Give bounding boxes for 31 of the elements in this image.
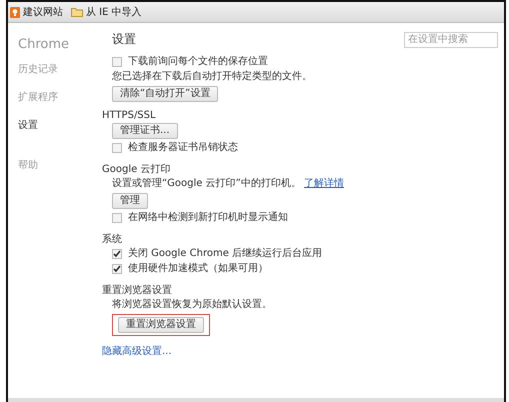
checkbox[interactable]	[112, 143, 122, 153]
settings-button[interactable]: 重置浏览器设置	[118, 317, 204, 333]
hide-advanced-link[interactable]: 隐藏高级设置...	[102, 344, 172, 358]
description-text: 设置或管理“Google 云打印”中的打印机。 了解详情	[112, 178, 344, 190]
bookmark-link[interactable]: 建议网站	[23, 5, 63, 19]
search-field[interactable]: 在设置中搜索	[404, 32, 498, 48]
settings-button[interactable]: 管理	[112, 193, 148, 209]
folder-icon	[71, 7, 83, 17]
section-heading: HTTPS/SSL	[102, 110, 157, 121]
checkbox[interactable]	[112, 213, 122, 223]
settings-button[interactable]: 管理证书...	[112, 123, 178, 139]
bookmark-link[interactable]: 从 IE 中导入	[86, 5, 142, 19]
checkbox-label: 下载前询问每个文件的保存位置	[128, 56, 268, 68]
checkbox-label: 关闭 Google Chrome 后继续运行后台应用	[128, 248, 322, 260]
bookmark-icon	[10, 6, 20, 18]
learn-more-link[interactable]: 了解详情	[304, 178, 344, 189]
section-heading: Google 云打印	[102, 162, 172, 176]
description-text: 将浏览器设置恢复为原始默认设置。	[112, 299, 272, 311]
checkbox[interactable]	[112, 57, 122, 67]
settings-button[interactable]: 清除“自动打开”设置	[112, 86, 218, 102]
description-text: 您已选择在下载后自动打开特定类型的文件。	[112, 71, 312, 83]
checkbox[interactable]	[112, 249, 122, 259]
checkbox-label: 使用硬件加速模式（如果可用）	[128, 263, 268, 275]
checkbox-label: 在网络中检测到新打印机时显示通知	[128, 212, 288, 224]
page-title: 设置	[112, 31, 136, 48]
checkbox[interactable]	[112, 264, 122, 274]
checkbox-label: 检查服务器证书吊销状态	[128, 142, 238, 154]
section-heading: 重置浏览器设置	[102, 284, 173, 297]
sidebar-item[interactable]: 设置	[18, 118, 94, 132]
sidebar-title: Chrome	[18, 37, 70, 52]
section-heading: 系统	[102, 232, 123, 246]
